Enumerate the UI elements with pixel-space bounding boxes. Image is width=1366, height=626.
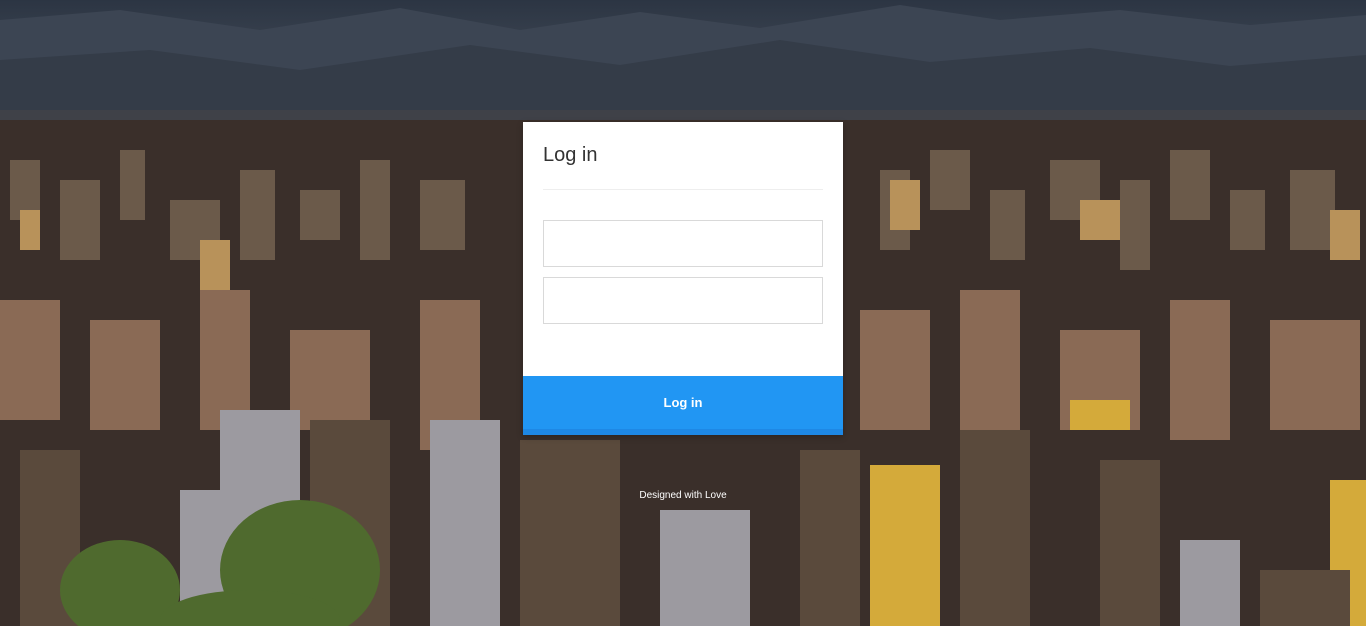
username-field[interactable] (543, 220, 823, 267)
password-field[interactable] (543, 277, 823, 324)
login-button[interactable]: Log in (523, 376, 843, 435)
title-divider (543, 189, 823, 190)
login-card: Log in Log in (523, 122, 843, 435)
footer-credit: Designed with Love (639, 490, 727, 501)
login-title: Log in (543, 144, 598, 166)
mountain-silhouette (0, 5, 1366, 140)
